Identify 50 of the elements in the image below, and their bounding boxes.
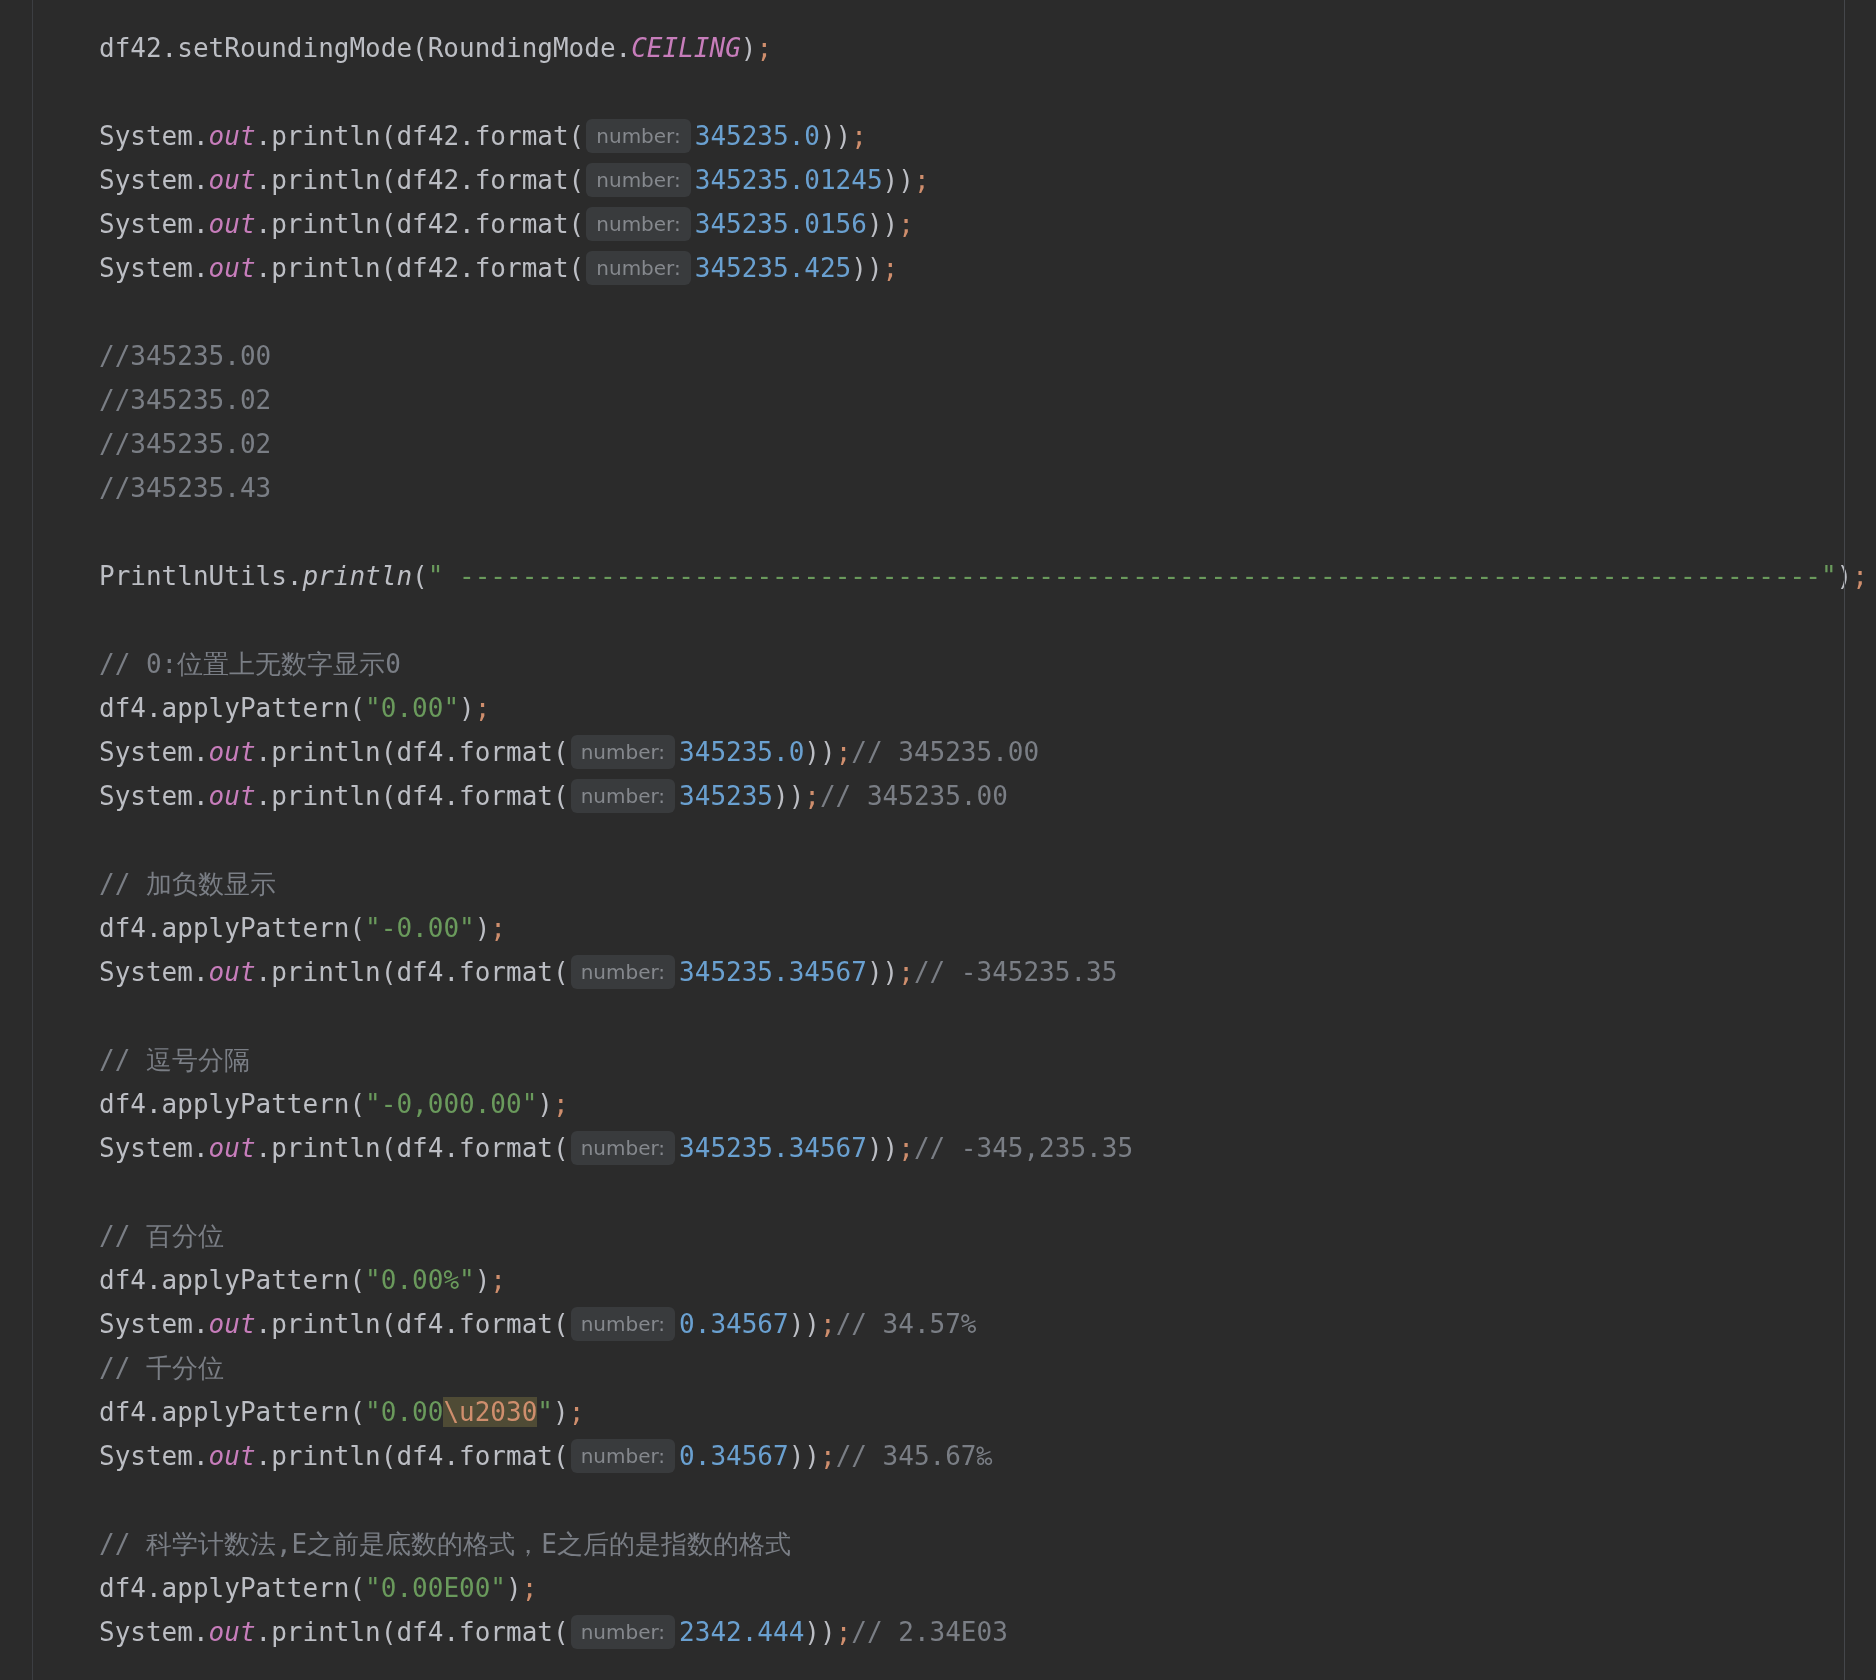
code-text: 0.34567));// 34.57%: [679, 1308, 977, 1341]
parameter-hint: number:: [570, 1615, 676, 1649]
code-text: System.out.println(df4.format(: [99, 956, 569, 989]
parameter-hint: number:: [570, 1131, 676, 1165]
code-comment: // 科学计数法,E之前是底数的格式，E之后的是指数的格式: [99, 1528, 791, 1561]
parameter-hint: number:: [586, 251, 691, 285]
code-comment: //345235.02: [99, 384, 272, 417]
code-text: System.out.println(df42.format(: [99, 208, 585, 241]
code-text: 2342.444));// 2.34E03: [679, 1616, 1008, 1649]
code-text: System.out.println(df4.format(: [99, 1440, 569, 1473]
code-text: 345235.425));: [694, 252, 899, 285]
code-text: 345235.34567));// -345235.35: [679, 956, 1118, 989]
parameter-hint: number:: [586, 207, 691, 241]
code-text: df4.applyPattern("0.00\u2030");: [99, 1396, 585, 1429]
code-text: 345235.34567));// -345,235.35: [679, 1132, 1134, 1165]
code-text: System.out.println(df4.format(: [99, 1132, 569, 1165]
code-text: df4.applyPattern("-0.00");: [99, 912, 506, 945]
code-text: System.out.println(df4.format(: [99, 1616, 569, 1649]
parameter-hint: number:: [570, 955, 676, 989]
parameter-hint: number:: [570, 779, 676, 813]
code-comment: // 0:位置上无数字显示0: [99, 648, 401, 681]
code-comment: // 逗号分隔: [99, 1044, 250, 1077]
code-comment: // 百分位: [99, 1220, 224, 1253]
code-text: df4.applyPattern("0.00%");: [99, 1264, 506, 1297]
code-comment: //345235.02: [99, 428, 272, 461]
code-text: 345235.0));// 345235.00: [679, 736, 1040, 769]
code-text: System.out.println(df42.format(: [99, 252, 585, 285]
code-comment: //345235.00: [99, 340, 272, 373]
code-text: df42.setRoundingMode(RoundingMode.CEILING);: [99, 32, 773, 65]
code-text: df4.applyPattern("0.00E00");: [99, 1572, 538, 1605]
parameter-hint: number:: [586, 119, 691, 153]
code-text: System.out.println(df42.format(: [99, 164, 585, 197]
parameter-hint: number:: [570, 1307, 676, 1341]
code-text: 345235));// 345235.00: [679, 780, 1008, 813]
code-text: df4.applyPattern("-0,000.00");: [99, 1088, 569, 1121]
code-text: System.out.println(df4.format(: [99, 1308, 569, 1341]
code-comment: // 千分位: [99, 1352, 224, 1385]
code-text: 345235.01245));: [694, 164, 930, 197]
parameter-hint: number:: [586, 163, 691, 197]
code-text: System.out.println(df4.format(: [99, 736, 569, 769]
code-text: System.out.println(df4.format(: [99, 780, 569, 813]
parameter-hint: number:: [570, 735, 676, 769]
code-comment: // 加负数显示: [99, 868, 276, 901]
code-text: 345235.0));: [694, 120, 867, 153]
code-comment: //345235.43: [99, 472, 272, 505]
code-text: 345235.0156));: [694, 208, 914, 241]
code-text: df4.applyPattern("0.00");: [99, 692, 491, 725]
code-text: System.out.println(df42.format(: [99, 120, 585, 153]
parameter-hint: number:: [570, 1439, 676, 1473]
code-text: 0.34567));// 345.67‰: [679, 1440, 993, 1473]
